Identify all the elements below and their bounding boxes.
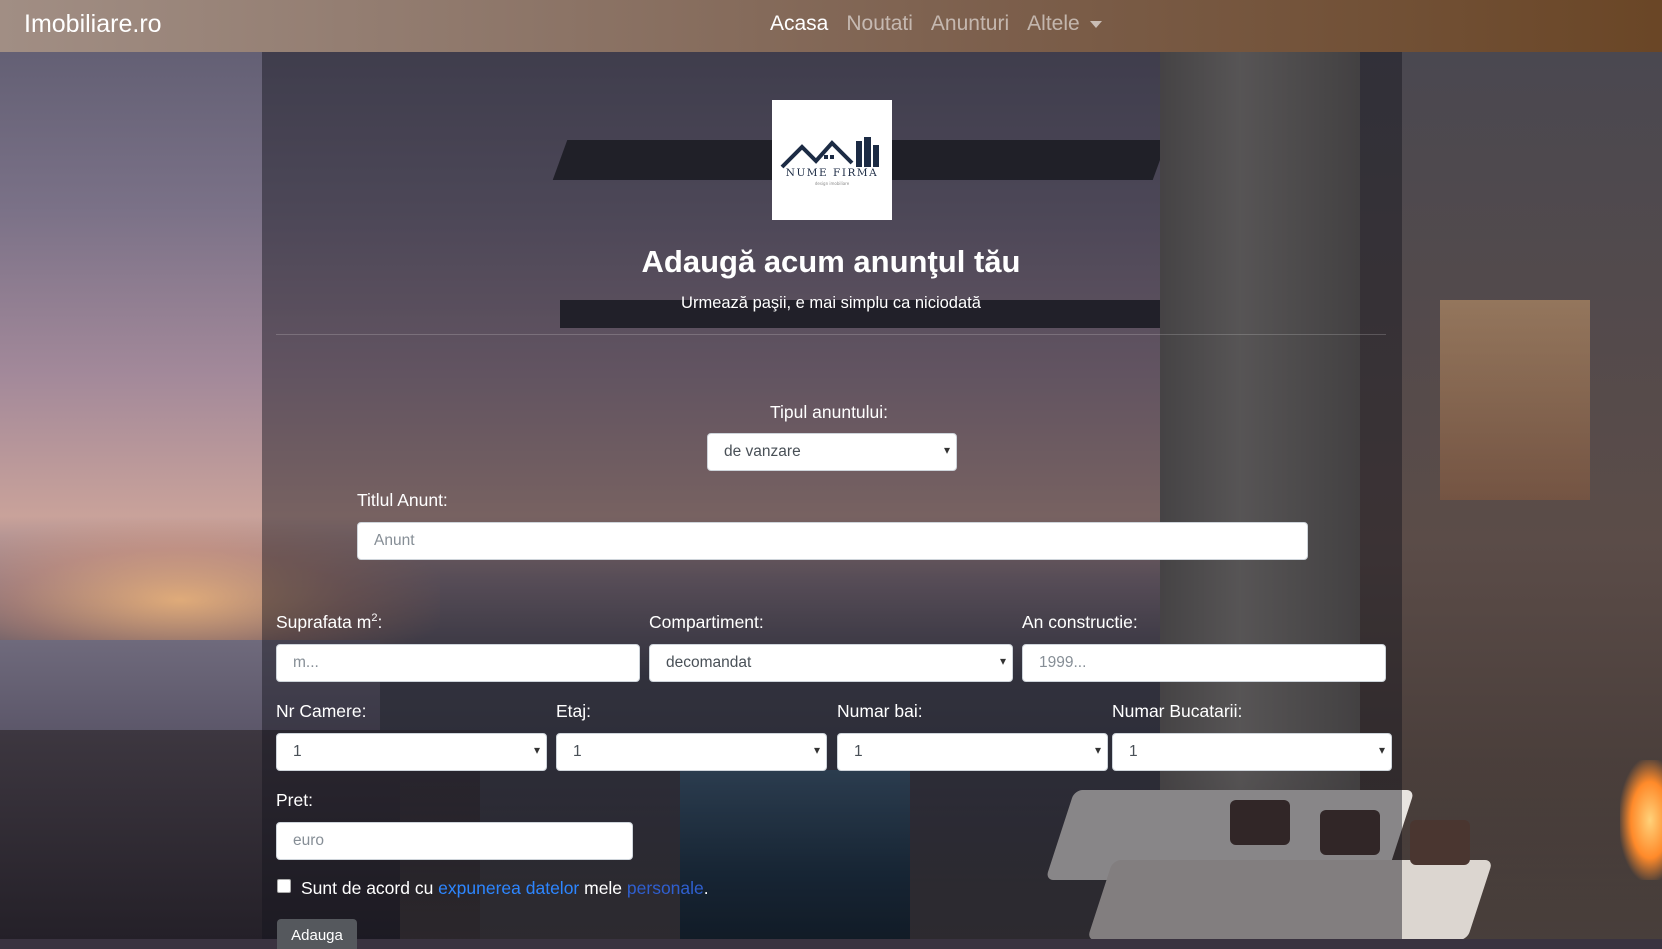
nav-item-acasa[interactable]: Acasa xyxy=(770,12,828,36)
divider xyxy=(276,334,1386,335)
nav-item-noutati[interactable]: Noutati xyxy=(846,12,913,36)
consent-checkbox[interactable] xyxy=(277,878,291,893)
consent-text-end: . xyxy=(703,878,709,898)
consent-row: Sunt de acord cu expunerea datelor mele … xyxy=(277,878,709,899)
numar-bai-select[interactable]: 1 xyxy=(837,733,1108,771)
numar-bai-label: Numar bai: xyxy=(837,701,923,721)
numar-bucatarii-label: Numar Bucatarii: xyxy=(1112,701,1243,721)
consent-link-personale[interactable]: personale xyxy=(627,878,704,899)
pret-input[interactable]: euro xyxy=(276,822,633,860)
consent-text-mid: mele xyxy=(579,878,627,898)
nav-item-altele-label: Altele xyxy=(1027,12,1080,35)
nr-camere-select[interactable]: 1 xyxy=(276,733,547,771)
logo-subtext: design imobiliare xyxy=(814,180,850,186)
etaj-label: Etaj: xyxy=(556,701,592,721)
page-title: Adaugă acum anunţul tău xyxy=(641,244,1021,279)
tip-anunt-label: Tipul anuntului: xyxy=(770,402,889,422)
adauga-button[interactable]: Adauga xyxy=(277,919,357,949)
logo-text: NUME FIRMA xyxy=(785,166,879,179)
nav-item-altele[interactable]: Altele xyxy=(1027,12,1102,36)
company-logo: NUME FIRMA design imobiliare xyxy=(772,100,892,220)
tip-anunt-select[interactable]: de vanzare xyxy=(707,433,957,471)
compartiment-select[interactable]: decomandat xyxy=(649,644,1013,682)
navbar: Imobiliare.ro Acasa Noutati Anunturi Alt… xyxy=(0,0,1662,52)
etaj-select[interactable]: 1 xyxy=(556,733,827,771)
nr-camere-label: Nr Camere: xyxy=(276,701,367,721)
nav-item-anunturi[interactable]: Anunturi xyxy=(931,12,1009,36)
page-subtitle: Urmează paşii, e mai simplu ca niciodată xyxy=(681,294,981,312)
chevron-down-icon xyxy=(1089,20,1102,28)
titlu-anunt-input[interactable]: Anunt xyxy=(357,522,1308,560)
an-constructie-label: An constructie: xyxy=(1022,612,1138,632)
consent-link-expunerea[interactable]: expunerea datelor xyxy=(438,878,579,899)
an-constructie-input[interactable]: 1999... xyxy=(1022,644,1386,682)
numar-bucatarii-select[interactable]: 1 xyxy=(1112,733,1392,771)
house-logo-icon xyxy=(780,136,879,168)
consent-text: Sunt de acord cu xyxy=(301,878,439,898)
compartiment-label: Compartiment: xyxy=(649,612,764,632)
suprafata-label: Suprafata m2: xyxy=(276,612,383,632)
nav-menu: Acasa Noutati Anunturi Altele xyxy=(770,12,1120,36)
brand-link[interactable]: Imobiliare.ro xyxy=(24,10,162,39)
pret-label: Pret: xyxy=(276,790,313,810)
titlu-anunt-label: Titlul Anunt: xyxy=(357,490,448,510)
suprafata-input[interactable]: m... xyxy=(276,644,640,682)
